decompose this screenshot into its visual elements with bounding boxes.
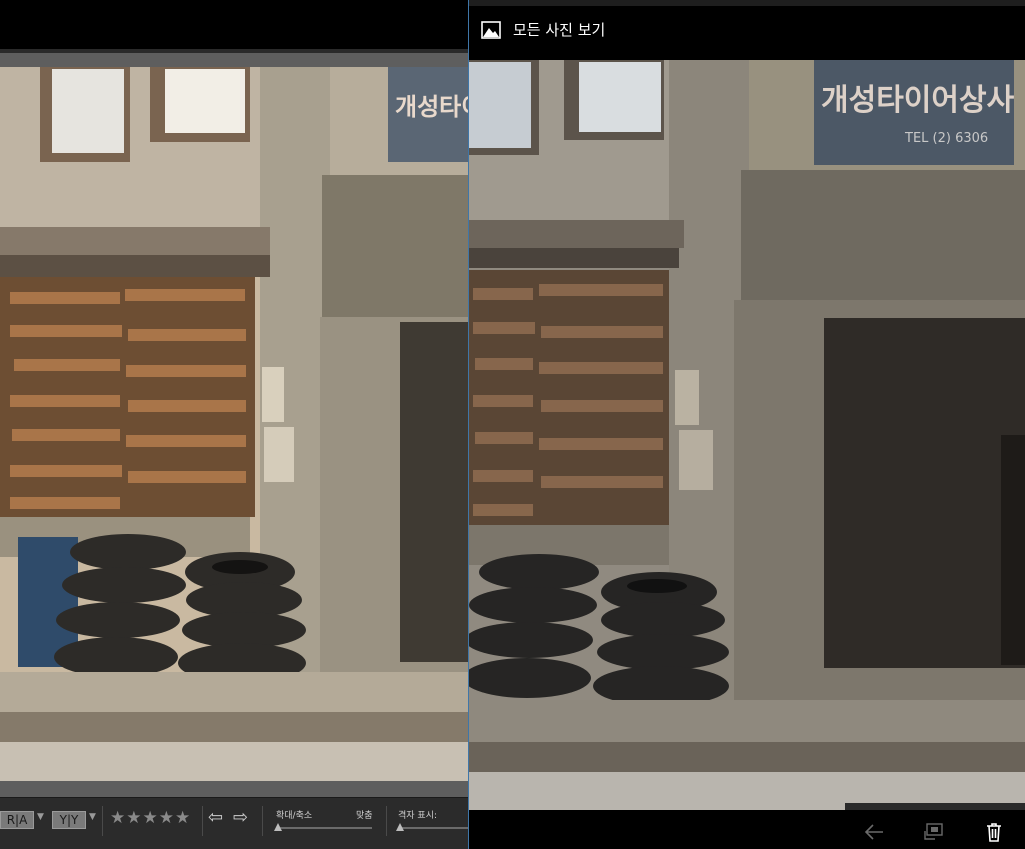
editor-top-bar	[0, 0, 468, 49]
next-photo-arrow-icon[interactable]: ⇨	[233, 807, 248, 828]
photo-icon	[481, 20, 501, 40]
viewer-title[interactable]: 모든 사진 보기	[513, 20, 605, 40]
editor-photo-preview[interactable]: 개성타이어상사	[0, 67, 468, 781]
zoom-slider-thumb[interactable]	[274, 823, 282, 831]
toolbar-divider	[202, 806, 203, 836]
grid-slider-thumb[interactable]	[396, 823, 404, 831]
view-mode-before-after-button[interactable]: R|A	[0, 811, 34, 829]
sign-text: 개성타이어상사	[395, 93, 468, 121]
sign-phone-text: TEL (2) 6306	[904, 131, 988, 146]
slideshow-icon[interactable]	[923, 821, 945, 843]
viewer-bottom-bar	[469, 810, 1025, 849]
trash-icon[interactable]	[983, 821, 1005, 843]
star-rating-control[interactable]: ★★★★★	[110, 808, 191, 828]
viewer-scrubber-strip	[845, 803, 1025, 810]
photos-viewer-window: 모든 사진 보기 개성타이어상사 TEL (2) 6306	[469, 0, 1025, 849]
chevron-down-icon[interactable]: ▼	[37, 812, 44, 822]
street-photo-cool: 개성타이어상사 TEL (2) 6306	[469, 60, 1025, 810]
street-photo-warm: 개성타이어상사	[0, 67, 468, 781]
toolbar-divider	[386, 806, 387, 836]
toolbar-divider	[102, 806, 103, 836]
grid-overlay-label: 격자 표시:	[398, 811, 438, 821]
photo-editor-window: 개성타이어상사	[0, 0, 468, 849]
sign-text: 개성타이어상사	[821, 83, 1015, 118]
editor-toolbar: R|A ▼ Y|Y ▼ ★★★★★ ⇦ ⇨ 확대/축소 맞춤 격자 표시:	[0, 797, 468, 849]
zoom-label: 확대/축소	[276, 811, 313, 821]
toolbar-divider	[262, 806, 263, 836]
viewer-photo[interactable]: 개성타이어상사 TEL (2) 6306	[469, 60, 1025, 810]
fit-label: 맞춤	[356, 811, 373, 821]
chevron-down-icon[interactable]: ▼	[89, 812, 96, 822]
back-arrow-icon[interactable]	[863, 821, 885, 843]
desktop: 개성타이어상사	[0, 0, 1025, 849]
grid-slider-track[interactable]	[398, 827, 468, 829]
zoom-slider-track[interactable]	[276, 827, 372, 829]
previous-photo-arrow-icon[interactable]: ⇦	[208, 807, 223, 828]
view-mode-split-button[interactable]: Y|Y	[52, 811, 86, 829]
viewer-title-bar: 모든 사진 보기	[469, 6, 1025, 60]
